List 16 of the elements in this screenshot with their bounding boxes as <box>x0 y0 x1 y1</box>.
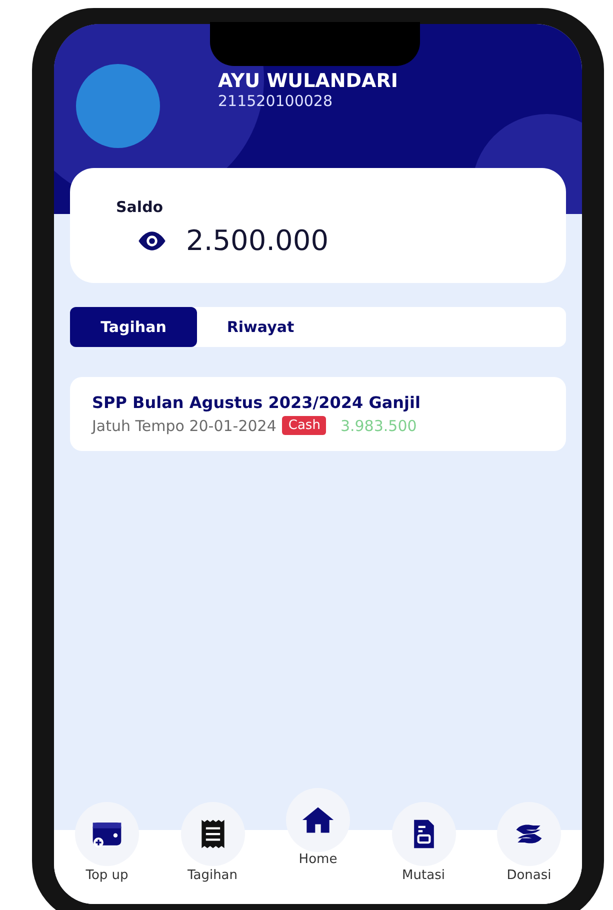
tab[interactable]: Riwayat <box>197 307 324 347</box>
bill-amount: 3.983.500 <box>340 416 417 434</box>
nav-item[interactable]: Donasi <box>480 802 578 904</box>
nav-item[interactable]: Tagihan <box>164 802 262 904</box>
payment-method-badge: Cash <box>282 416 326 435</box>
nav-item[interactable]: Home <box>269 788 367 904</box>
balance-label: Saldo <box>116 198 164 216</box>
balance-amount: 2.500.000 <box>186 224 329 257</box>
tab[interactable]: Tagihan <box>70 307 197 347</box>
bill-card[interactable]: SPP Bulan Agustus 2023/2024 Ganjil Jatuh Tempo 20-01-2024 Cash 3.983.500 <box>70 377 566 451</box>
nav-item[interactable]: Top up <box>58 802 156 904</box>
bill-title: SPP Bulan Agustus 2023/2024 Ganjil <box>92 393 422 412</box>
due-date: Jatuh Tempo 20-01-2024 <box>92 416 276 434</box>
user-name: AYU WULANDARI <box>218 70 398 92</box>
student-id: 211520100028 <box>218 92 334 110</box>
nav-item[interactable]: Mutasi <box>374 802 472 904</box>
